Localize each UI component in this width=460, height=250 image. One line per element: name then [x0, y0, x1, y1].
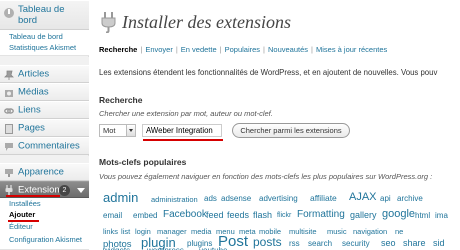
- tag-link[interactable]: email: [103, 211, 122, 220]
- tag-link[interactable]: wordpress: [147, 246, 184, 250]
- update-count-badge: 2: [59, 185, 70, 196]
- menu-medias[interactable]: Médias: [0, 83, 89, 101]
- highlight-underline: [8, 220, 39, 222]
- tag-link[interactable]: flickr: [277, 212, 291, 219]
- select-arrow-icon[interactable]: [126, 125, 135, 136]
- menu-dashboard-label: Tableau de bord: [18, 4, 65, 26]
- tag-link[interactable]: ne: [395, 227, 403, 236]
- tag-link[interactable]: ads: [204, 194, 217, 203]
- submenu-akismet-stats[interactable]: Statistiques Akismet: [9, 43, 76, 52]
- tags-heading: Mots-clefs populaires: [99, 157, 187, 167]
- tab-nouveautes[interactable]: Nouveautés: [268, 45, 308, 54]
- menu-commentaires-label: Commentaires: [18, 140, 80, 152]
- tag-link[interactable]: feed: [206, 210, 224, 220]
- tag-link[interactable]: ima: [435, 211, 448, 220]
- menu-articles[interactable]: Articles: [0, 65, 89, 83]
- tag-link[interactable]: adsense: [221, 194, 251, 203]
- tag-link[interactable]: flash: [253, 210, 272, 220]
- tag-link[interactable]: administration: [151, 195, 198, 204]
- tag-link[interactable]: navigation: [353, 227, 387, 236]
- submenu-installees[interactable]: Installées: [9, 199, 41, 208]
- tag-link[interactable]: share: [403, 238, 426, 248]
- tag-link[interactable]: advertising: [259, 194, 298, 203]
- plugin-title-icon: [101, 12, 116, 33]
- tag-link[interactable]: affiliate: [310, 193, 337, 203]
- tag-link[interactable]: search: [308, 239, 332, 248]
- extensions-submenu: Installées Ajouter Éditeur Configuration…: [0, 198, 89, 250]
- tag-link[interactable]: widgets: [103, 246, 130, 250]
- highlight-underline: [143, 139, 223, 141]
- submenu-akismet-config[interactable]: Configuration Akismet: [9, 235, 82, 244]
- menu-separator: [0, 57, 89, 65]
- tag-link[interactable]: Facebook: [163, 209, 207, 220]
- tag-link[interactable]: embed: [133, 211, 157, 220]
- install-tabs: Recherche | Envoyer | En vedette | Populaires |…: [99, 45, 388, 54]
- tag-link[interactable]: sid: [433, 238, 445, 248]
- search-input[interactable]: AWeber Integration: [142, 124, 222, 137]
- tag-link[interactable]: music: [327, 227, 347, 236]
- tag-link[interactable]: archive: [397, 194, 423, 203]
- menu-liens[interactable]: Liens: [0, 101, 89, 119]
- tag-link[interactable]: google: [382, 208, 415, 220]
- tags-help: Vous pouvez également naviguer en foncti…: [99, 172, 433, 181]
- dashboard-icon: [4, 8, 14, 18]
- dashboard-submenu: Tableau de bord Statistiques Akismet: [0, 30, 89, 56]
- tag-link[interactable]: security: [342, 239, 370, 248]
- tag-link[interactable]: list: [121, 227, 130, 236]
- expand-arrow-icon[interactable]: [77, 188, 85, 193]
- main-content: Installer des extensions Recherche | Envoy…: [95, 0, 460, 250]
- page-title: Installer des extensions: [122, 12, 291, 32]
- search-plugins-button[interactable]: Chercher parmi les extensions: [232, 123, 350, 138]
- comments-icon: [5, 143, 13, 151]
- menu-commentaires[interactable]: Commentaires: [0, 137, 89, 155]
- highlight-underline: [6, 195, 60, 197]
- menu-apparence-label: Apparence: [18, 166, 64, 178]
- menu-extensions-label: Extensions: [18, 184, 65, 195]
- tab-recherche[interactable]: Recherche: [99, 45, 137, 54]
- submenu-dashboard[interactable]: Tableau de bord: [9, 32, 63, 41]
- admin-sidebar: Tableau de bord Tableau de bord Statisti…: [0, 0, 89, 250]
- tag-link[interactable]: html: [415, 211, 430, 220]
- tab-envoyer[interactable]: Envoyer: [145, 45, 173, 54]
- menu-pages[interactable]: Pages: [0, 119, 89, 137]
- tag-cloud: admin administration ads adsense adverti…: [99, 190, 460, 250]
- tag-link[interactable]: feeds: [227, 210, 249, 220]
- page-icon: [5, 124, 13, 134]
- menu-pages-label: Pages: [18, 122, 45, 134]
- tab-populaires[interactable]: Populaires: [225, 45, 260, 54]
- tag-link[interactable]: api: [380, 194, 391, 203]
- media-icon: [5, 90, 13, 97]
- tag-link[interactable]: gallery: [350, 210, 377, 220]
- menu-apparence[interactable]: Apparence: [0, 163, 89, 181]
- tag-link[interactable]: links: [103, 227, 118, 236]
- plugin-icon: [5, 185, 13, 195]
- appearance-icon: [5, 169, 13, 177]
- tag-link[interactable]: AJAX: [349, 191, 377, 203]
- tag-link[interactable]: Formatting: [297, 209, 345, 220]
- menu-dashboard[interactable]: Tableau de bord: [0, 0, 89, 30]
- pin-icon: [4, 70, 14, 80]
- menu-liens-label: Liens: [18, 104, 41, 116]
- tab-en-vedette[interactable]: En vedette: [181, 45, 217, 54]
- submenu-editeur[interactable]: Éditeur: [9, 222, 33, 231]
- tag-link[interactable]: youtube: [199, 246, 227, 250]
- submenu-ajouter[interactable]: Ajouter: [9, 210, 35, 219]
- tab-mises-a-jour[interactable]: Mises à jour récentes: [316, 45, 387, 54]
- intro-text: Les extensions étendent les fonctionnali…: [99, 68, 438, 77]
- tag-link[interactable]: posts: [253, 235, 282, 249]
- links-icon: [4, 108, 14, 114]
- tag-link[interactable]: multisite: [289, 227, 317, 236]
- tag-link[interactable]: seo: [381, 238, 396, 248]
- tag-link[interactable]: media: [191, 227, 211, 236]
- menu-articles-label: Articles: [18, 68, 50, 80]
- tag-link[interactable]: rss: [289, 239, 300, 248]
- menu-medias-label: Médias: [18, 86, 49, 98]
- search-help: Chercher une extension par mot, auteur o…: [99, 109, 273, 118]
- search-heading: Recherche: [99, 95, 143, 105]
- tag-link[interactable]: admin: [103, 190, 138, 205]
